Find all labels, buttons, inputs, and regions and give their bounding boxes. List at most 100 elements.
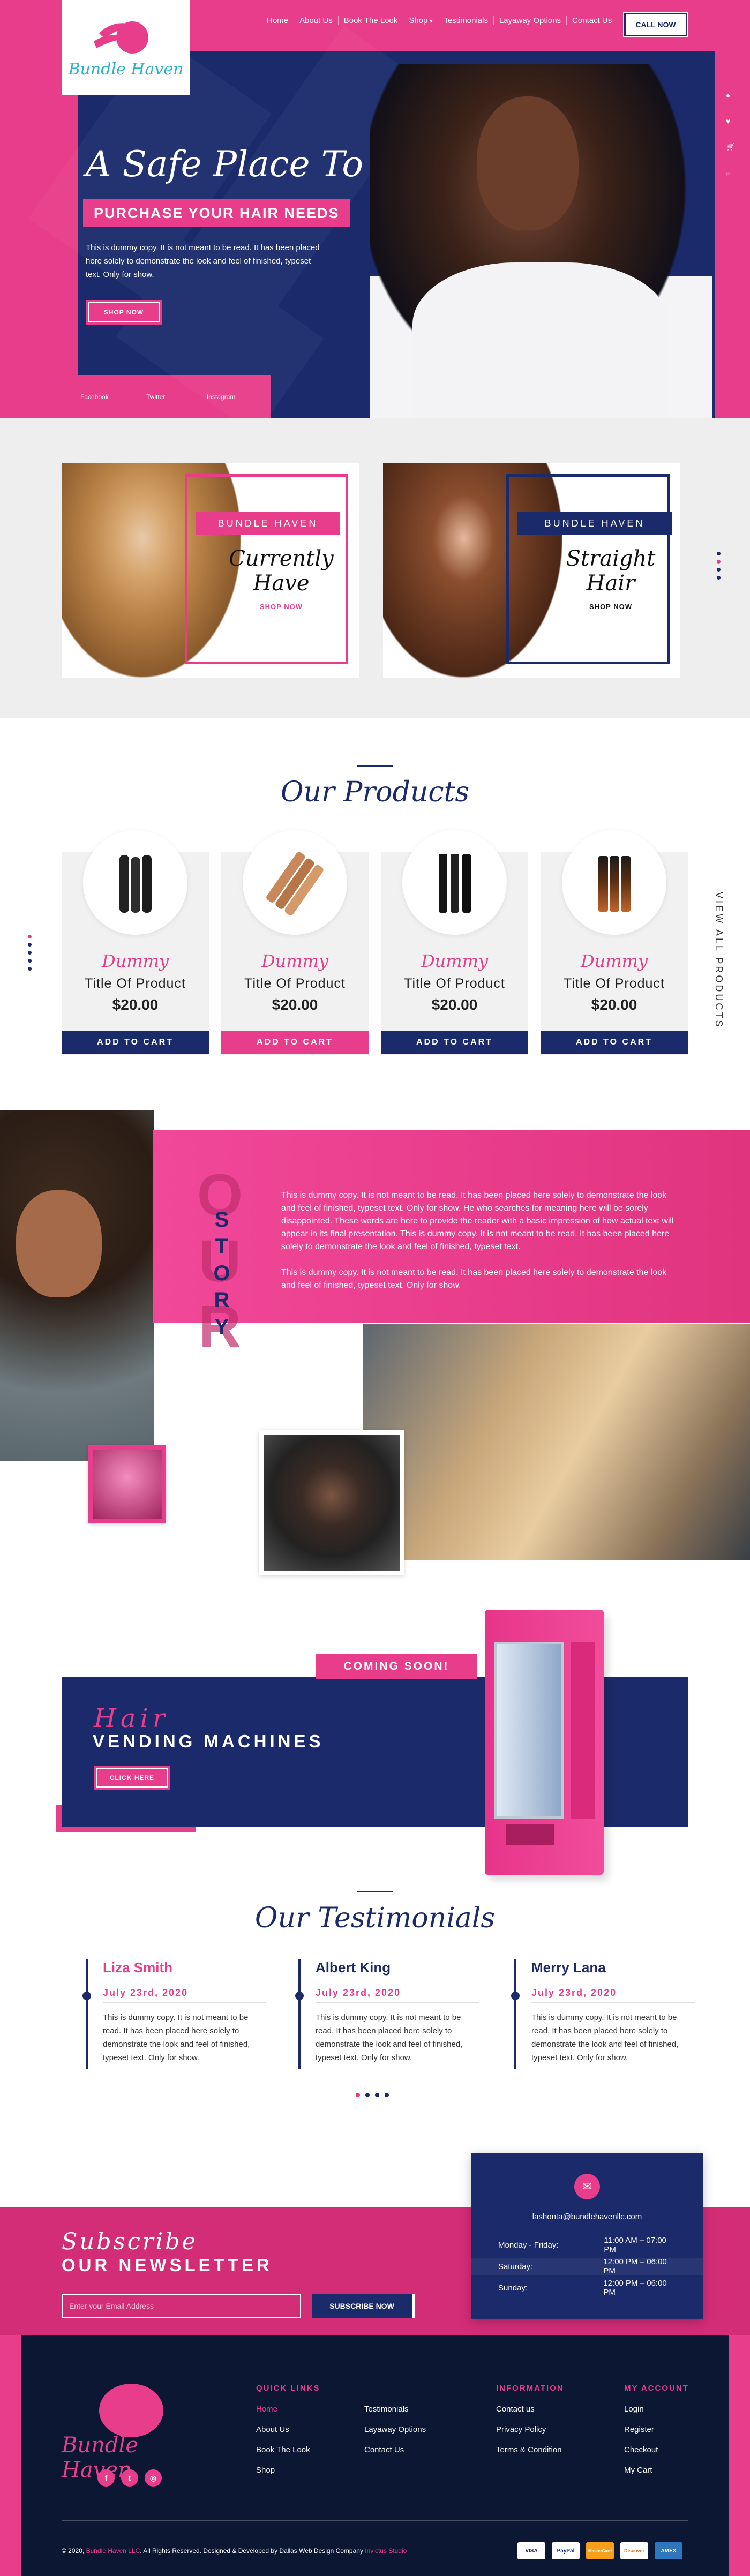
footer-link[interactable]: My Cart bbox=[624, 2466, 689, 2475]
collection-shop-link[interactable]: SHOP NOW bbox=[228, 603, 335, 611]
footer-link[interactable]: Terms & Condition bbox=[496, 2445, 564, 2454]
story-photo-hair-styling bbox=[363, 1324, 750, 1560]
logo-woman-silhouette-icon bbox=[99, 2384, 163, 2437]
pagination-dot[interactable] bbox=[28, 935, 32, 938]
search-icon[interactable]: ⌕ bbox=[726, 169, 736, 178]
nav-book-the-look[interactable]: Book The Look bbox=[339, 16, 404, 25]
pagination-dot[interactable] bbox=[28, 959, 32, 963]
hours-day: Saturday: bbox=[498, 2262, 533, 2271]
pagination-dot[interactable] bbox=[375, 2093, 379, 2097]
social-instagram[interactable]: Instagram bbox=[186, 393, 235, 401]
instagram-icon[interactable]: ◎ bbox=[145, 2469, 162, 2487]
contact-email[interactable]: lashonta@bundlehavenllc.com bbox=[471, 2212, 703, 2221]
footer-col-title: MY ACCOUNT bbox=[624, 2384, 689, 2393]
footer-link[interactable]: Login bbox=[624, 2405, 689, 2414]
add-to-cart-button[interactable]: ADD TO CART bbox=[62, 1031, 209, 1054]
social-instagram-label: Instagram bbox=[207, 393, 236, 401]
side-icon-bar: ● ♥ 🛒︎ ⌕ bbox=[726, 91, 736, 178]
footer-col-information: INFORMATION Contact us Privacy Policy Te… bbox=[496, 2384, 564, 2466]
product-title[interactable]: Title Of Product bbox=[381, 976, 528, 992]
footer-link[interactable]: Layaway Options bbox=[364, 2425, 426, 2434]
hero-pink-right bbox=[715, 0, 750, 418]
nav-shop[interactable]: Shop ▾ bbox=[403, 16, 439, 25]
testimonial-card: Albert King July 23rd, 2020 This is dumm… bbox=[295, 1959, 479, 2069]
footer-logo[interactable]: Bundle Haven bbox=[62, 2384, 206, 2482]
view-all-products-link[interactable]: VIEW ALL PRODUCTS bbox=[712, 892, 724, 1031]
visa-icon: VISA bbox=[518, 2542, 545, 2559]
newsletter-title: OUR NEWSLETTER bbox=[62, 2255, 273, 2275]
copyright-brand-link[interactable]: Bundle Haven LLC bbox=[86, 2547, 140, 2555]
testimonial-card: Liza Smith July 23rd, 2020 This is dummy… bbox=[82, 1959, 266, 2069]
cart-icon[interactable]: 🛒︎ bbox=[726, 142, 736, 152]
footer-link[interactable]: Contact us bbox=[496, 2405, 564, 2414]
add-to-cart-button[interactable]: ADD TO CART bbox=[381, 1031, 528, 1054]
twitter-icon[interactable]: t bbox=[121, 2469, 138, 2487]
pagination-dot[interactable] bbox=[28, 967, 32, 971]
product-card[interactable]: Dummy Title Of Product $20.00 ADD TO CAR… bbox=[62, 830, 209, 1055]
facebook-icon[interactable]: f bbox=[98, 2469, 115, 2487]
products-heading-wrap: Our Products bbox=[0, 765, 750, 808]
product-image bbox=[562, 830, 666, 935]
collection-band: BUNDLE HAVEN bbox=[517, 512, 672, 535]
footer-link[interactable]: Book The Look bbox=[256, 2445, 320, 2454]
pagination-dot[interactable] bbox=[717, 568, 721, 572]
collection-name: Straight Hair bbox=[566, 546, 656, 596]
collection-card-straight-hair[interactable]: BUNDLE HAVEN Straight Hair SHOP NOW bbox=[383, 463, 680, 678]
footer-link[interactable]: Shop bbox=[256, 2466, 320, 2475]
product-title[interactable]: Title Of Product bbox=[221, 976, 369, 992]
product-card[interactable]: Dummy Title Of Product $20.00 ADD TO CAR… bbox=[221, 830, 369, 1055]
copyright-studio-link[interactable]: Invictus Studio bbox=[365, 2547, 407, 2555]
add-to-cart-button[interactable]: ADD TO CART bbox=[221, 1031, 369, 1054]
hours-time: 12:00 PM – 06:00 PM bbox=[603, 2257, 667, 2275]
heading-bar bbox=[357, 765, 393, 767]
nav-home[interactable]: Home bbox=[261, 16, 295, 25]
collection-shop-link[interactable]: SHOP NOW bbox=[557, 603, 664, 611]
footer-link[interactable]: Register bbox=[624, 2425, 689, 2434]
product-card[interactable]: Dummy Title Of Product $20.00 ADD TO CAR… bbox=[541, 830, 688, 1055]
footer-link[interactable]: Home bbox=[256, 2405, 320, 2414]
subscribe-button[interactable]: SUBSCRIBE NOW bbox=[312, 2294, 415, 2318]
discover-icon: Discover bbox=[620, 2542, 648, 2559]
collection-card-currently-have[interactable]: BUNDLE HAVEN Currently Have SHOP NOW bbox=[62, 463, 359, 678]
footer-link[interactable]: Contact Us bbox=[364, 2445, 426, 2454]
product-title[interactable]: Title Of Product bbox=[62, 976, 209, 992]
pagination-dot[interactable] bbox=[28, 943, 32, 947]
testimonial-card: Merry Lana July 23rd, 2020 This is dummy… bbox=[511, 1959, 695, 2069]
pagination-dot[interactable] bbox=[717, 576, 721, 580]
testimonials-heading-wrap: Our Testimonials bbox=[0, 1891, 750, 1934]
nav-testimonials[interactable]: Testimonials bbox=[438, 16, 494, 25]
site-logo[interactable]: Bundle Haven bbox=[62, 0, 190, 95]
heart-icon[interactable]: ♥ bbox=[726, 117, 736, 125]
footer-link[interactable]: Testimonials bbox=[364, 2405, 426, 2414]
nav-contact[interactable]: Contact Us bbox=[567, 16, 617, 25]
vending-click-here-button[interactable]: CLICK HERE bbox=[94, 1766, 170, 1790]
hours-time: 12:00 PM – 06:00 PM bbox=[603, 2279, 667, 2297]
footer-link[interactable]: Checkout bbox=[624, 2445, 689, 2454]
footer-divider bbox=[62, 2520, 688, 2521]
pagination-dot[interactable] bbox=[717, 560, 721, 564]
footer-link[interactable]: About Us bbox=[256, 2425, 320, 2434]
pagination-dot[interactable] bbox=[28, 951, 32, 955]
pagination-dot[interactable] bbox=[365, 2093, 370, 2097]
footer-link[interactable]: Privacy Policy bbox=[496, 2425, 564, 2434]
add-to-cart-button[interactable]: ADD TO CART bbox=[541, 1031, 688, 1054]
shop-now-button[interactable]: SHOP NOW bbox=[86, 300, 162, 325]
testimonial-text: This is dummy copy. It is not meant to b… bbox=[316, 2013, 463, 2062]
pagination-dot[interactable] bbox=[717, 552, 721, 555]
nav-layaway[interactable]: Layaway Options bbox=[494, 16, 567, 25]
hair-bundle-image bbox=[266, 852, 324, 915]
product-label: Dummy bbox=[421, 951, 489, 971]
call-now-button[interactable]: CALL NOW bbox=[623, 12, 688, 37]
story-vertical-label: STORY bbox=[210, 1208, 234, 1342]
product-title[interactable]: Title Of Product bbox=[541, 976, 688, 992]
newsletter-email-input[interactable] bbox=[62, 2294, 301, 2318]
product-card[interactable]: Dummy Title Of Product $20.00 ADD TO CAR… bbox=[381, 830, 528, 1055]
pagination-dot[interactable] bbox=[356, 2093, 360, 2097]
pagination-dot[interactable] bbox=[385, 2093, 389, 2097]
social-facebook[interactable]: Facebook bbox=[60, 393, 109, 401]
social-facebook-label: Facebook bbox=[80, 393, 109, 401]
user-icon[interactable]: ● bbox=[726, 91, 736, 100]
products-pagination bbox=[28, 935, 32, 971]
nav-about[interactable]: About Us bbox=[294, 16, 339, 25]
social-twitter[interactable]: Twitter bbox=[126, 393, 165, 401]
